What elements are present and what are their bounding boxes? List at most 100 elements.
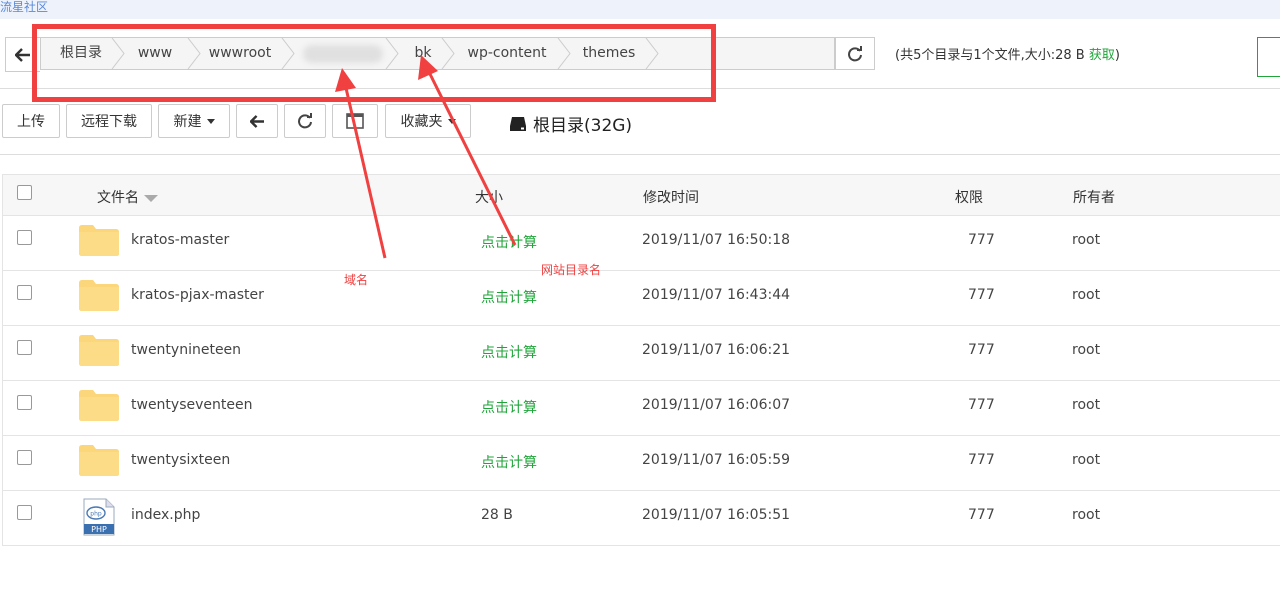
breadcrumb-item-wp-content[interactable]: wp-content (459, 38, 555, 69)
folder-icon (79, 445, 119, 476)
remote-download-button[interactable]: 远程下载 (66, 104, 152, 138)
folder-icon (79, 225, 119, 256)
annotation-label-domain: 域名 (344, 273, 369, 287)
breadcrumb-item-root[interactable]: 根目录 (51, 38, 111, 69)
refresh-icon (298, 113, 312, 129)
breadcrumb-item-wwwroot[interactable]: wwwroot (201, 38, 279, 69)
hdd-icon (510, 116, 526, 131)
header-size[interactable]: 大小 (475, 187, 503, 207)
file-owner[interactable]: root (1072, 507, 1100, 523)
file-mtime: 2019/11/07 16:05:51 (642, 507, 791, 523)
file-name[interactable]: kratos-master (131, 232, 229, 248)
favorites-dropdown-button[interactable]: 收藏夹 (385, 104, 471, 138)
file-mtime: 2019/11/07 16:50:18 (642, 232, 791, 248)
file-permission[interactable]: 777 (968, 452, 995, 468)
new-dropdown-button[interactable]: 新建 (158, 104, 230, 138)
table-row[interactable]: kratos-master 点击计算 2019/11/07 16:50:18 777 r… (2, 216, 1280, 271)
refresh-button[interactable] (284, 104, 326, 138)
path-back-button[interactable] (5, 37, 40, 72)
folder-icon (79, 335, 119, 366)
disk-label: 根目录(32G) (533, 116, 633, 136)
header-filename[interactable]: 文件名 (97, 187, 158, 207)
file-permission[interactable]: 777 (968, 287, 995, 303)
breadcrumb-separator (187, 38, 201, 69)
breadcrumb-item-themes[interactable]: themes (575, 38, 643, 69)
file-owner[interactable]: root (1072, 397, 1100, 413)
remote-download-label: 远程下载 (81, 114, 137, 130)
get-size-link[interactable]: 获取 (1089, 48, 1115, 63)
file-name[interactable]: kratos-pjax-master (131, 287, 264, 303)
row-checkbox[interactable] (17, 450, 32, 465)
file-owner[interactable]: root (1072, 232, 1100, 248)
folder-icon (79, 390, 119, 421)
breadcrumb-item-bk[interactable]: bk (403, 38, 443, 69)
table-row[interactable]: twentyseventeen 点击计算 2019/11/07 16:06:07 77… (2, 381, 1280, 436)
breadcrumb-item-www[interactable]: www (127, 38, 183, 69)
file-name[interactable]: twentynineteen (131, 342, 241, 358)
row-checkbox[interactable] (17, 505, 32, 520)
top-strip (0, 0, 1280, 19)
header-mtime[interactable]: 修改时间 (643, 187, 699, 207)
path-refresh-button[interactable] (835, 37, 875, 70)
table-row[interactable]: php PHP index.php 28 B 2019/11/07 16:05:51 77… (2, 491, 1280, 546)
table-row[interactable]: twentysixteen 点击计算 2019/11/07 16:05:59 777 r… (2, 436, 1280, 491)
breadcrumb-separator (111, 38, 125, 69)
file-permission[interactable]: 777 (968, 342, 995, 358)
file-type-icon (78, 388, 120, 426)
file-name[interactable]: twentyseventeen (131, 397, 252, 413)
directory-summary: (共5个目录与1个文件,大小:28 B 获取) (895, 44, 1120, 63)
divider (0, 88, 1280, 89)
header-permission[interactable]: 权限 (955, 187, 983, 207)
file-owner[interactable]: root (1072, 342, 1100, 358)
file-permission[interactable]: 777 (968, 232, 995, 248)
breadcrumb-separator (645, 38, 659, 69)
terminal-icon (346, 113, 364, 129)
upload-label: 上传 (17, 114, 45, 130)
breadcrumb-separator (557, 38, 571, 69)
file-name[interactable]: index.php (131, 507, 200, 523)
file-name[interactable]: twentysixteen (131, 452, 230, 468)
file-type-icon (78, 443, 120, 481)
go-back-button[interactable] (236, 104, 278, 138)
file-size[interactable]: 点击计算 (481, 397, 537, 417)
breadcrumb-separator (441, 38, 455, 69)
breadcrumb-item-domain-blurred[interactable] (303, 45, 383, 63)
file-size: 28 B (481, 507, 513, 523)
file-size[interactable]: 点击计算 (481, 287, 537, 307)
file-permission[interactable]: 777 (968, 507, 995, 523)
header-owner[interactable]: 所有者 (1073, 187, 1115, 207)
table-row[interactable]: twentynineteen 点击计算 2019/11/07 16:06:21 777… (2, 326, 1280, 381)
file-type-icon: php PHP (78, 498, 120, 540)
right-edge-button[interactable] (1257, 37, 1280, 77)
row-checkbox[interactable] (17, 395, 32, 410)
row-checkbox[interactable] (17, 285, 32, 300)
file-size[interactable]: 点击计算 (481, 232, 537, 252)
summary-close: ) (1114, 48, 1120, 63)
select-all-checkbox[interactable] (17, 185, 32, 200)
sort-down-icon (144, 194, 158, 202)
row-checkbox[interactable] (17, 340, 32, 355)
row-checkbox[interactable] (17, 230, 32, 245)
upload-button[interactable]: 上传 (2, 104, 60, 138)
file-owner[interactable]: root (1072, 452, 1100, 468)
annotation-label-site-dir: 网站目录名 (541, 263, 602, 277)
file-type-icon (78, 223, 120, 261)
file-type-icon (78, 333, 120, 371)
file-size[interactable]: 点击计算 (481, 452, 537, 472)
table-header: 文件名 大小 修改时间 权限 所有者 (2, 174, 1280, 216)
svg-text:php: php (90, 511, 102, 518)
file-size[interactable]: 点击计算 (481, 342, 537, 362)
file-mtime: 2019/11/07 16:06:07 (642, 397, 791, 413)
terminal-button[interactable] (332, 104, 378, 138)
file-owner[interactable]: root (1072, 287, 1100, 303)
caret-down-icon (206, 118, 215, 124)
top-link[interactable]: 流星社区 (0, 0, 48, 14)
table-row[interactable]: kratos-pjax-master 点击计算 2019/11/07 16:43:4… (2, 271, 1280, 326)
arrow-left-icon (249, 114, 264, 128)
disk-root-button[interactable]: 根目录(32G) (509, 111, 632, 136)
breadcrumb: 根目录 www wwwroot bk wp-content themes (40, 37, 835, 70)
arrow-left-icon (15, 47, 30, 62)
file-permission[interactable]: 777 (968, 397, 995, 413)
file-type-icon (78, 278, 120, 316)
file-table: 文件名 大小 修改时间 权限 所有者 kratos-master 点击计算 2019… (2, 174, 1280, 546)
